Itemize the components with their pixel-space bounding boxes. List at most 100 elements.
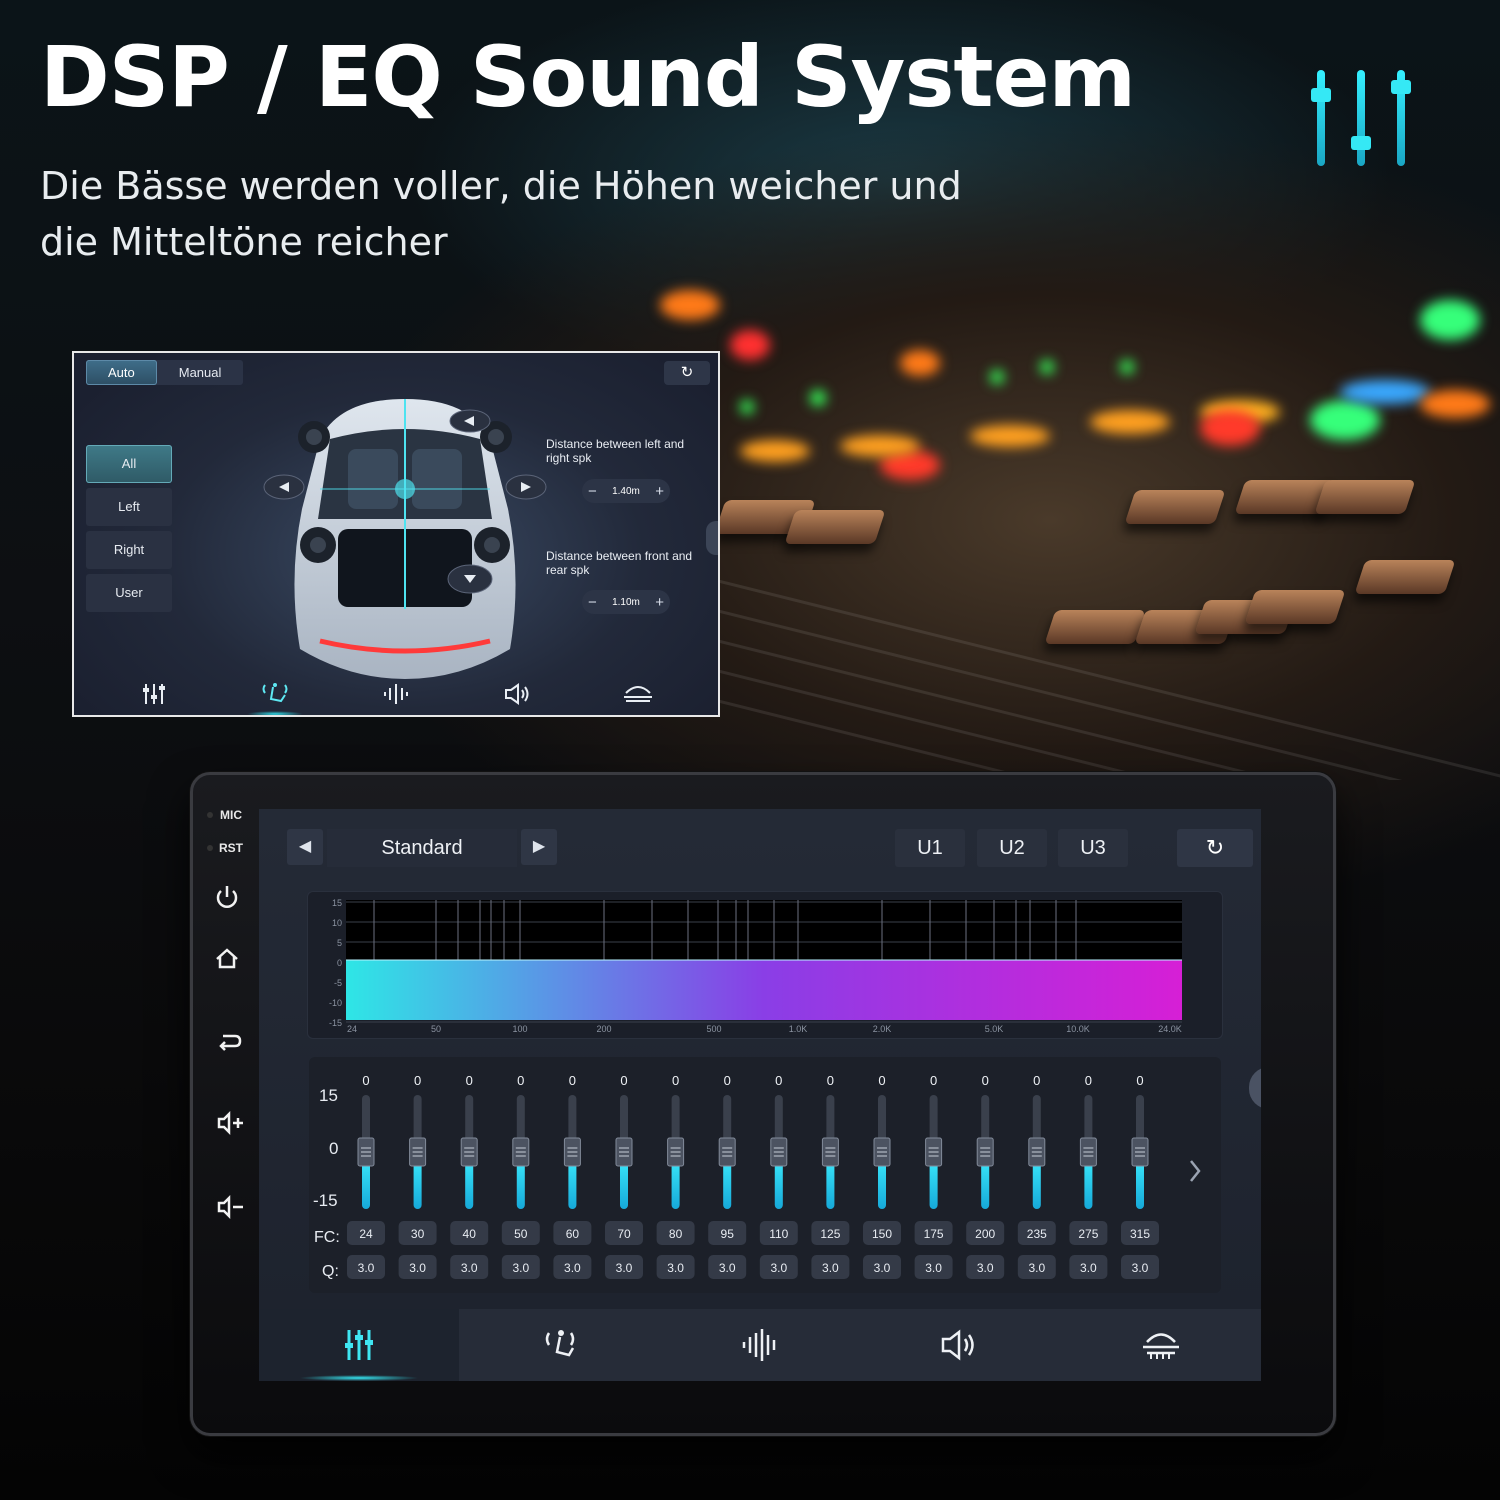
preset-name: Standard — [327, 829, 517, 867]
volume-up-icon[interactable] — [215, 1109, 245, 1137]
power-icon[interactable] — [213, 883, 241, 911]
increase-button[interactable]: + — [655, 594, 664, 611]
sound-field-icon[interactable] — [618, 681, 658, 707]
side-button-all[interactable]: All — [86, 445, 172, 483]
decrease-button[interactable]: − — [588, 483, 597, 500]
eq-band: 0 315 3.0 — [1121, 1073, 1159, 1279]
eq-band: 0 235 3.0 — [1017, 1073, 1056, 1279]
nav-equalizer[interactable] — [259, 1309, 460, 1381]
speaker-icon[interactable] — [497, 681, 537, 707]
tab-manual[interactable]: Manual — [157, 360, 244, 385]
side-button-left[interactable]: Left — [86, 488, 172, 526]
eq-band-canvas: 15 0 -15 FC: Q: 0 24 3.0 0 30 3.0 0 40 3.0 0 50 3.0… — [313, 1073, 1201, 1280]
mode-tabs: Auto Manual — [86, 360, 244, 385]
band-gain-value: 0 — [569, 1073, 576, 1088]
chevron-right-icon[interactable] — [1190, 1160, 1201, 1182]
mic-label: MIC — [220, 808, 242, 822]
band-q-value: 3.0 — [1132, 1261, 1149, 1275]
band-fc-value: 125 — [820, 1227, 840, 1241]
band-fc-value: 110 — [769, 1227, 788, 1241]
band-fc-value: 50 — [514, 1227, 528, 1241]
user-preset-u1[interactable]: U1 — [895, 829, 965, 867]
eq-band: 0 80 3.0 — [656, 1073, 695, 1279]
home-icon[interactable] — [213, 945, 241, 973]
side-button-right[interactable]: Right — [86, 531, 172, 569]
subtitle-line-2: die Mitteltöne reicher — [40, 220, 448, 264]
increase-button[interactable]: + — [655, 483, 664, 500]
band-gain-value: 0 — [466, 1073, 473, 1088]
band-q-value: 3.0 — [874, 1261, 891, 1275]
prev-preset-button[interactable]: ◀ — [287, 829, 323, 865]
graph-y-tick: -5 — [334, 978, 342, 988]
speaker-side-menu: All Left Right User — [86, 445, 172, 617]
eq-band: 0 200 3.0 — [966, 1073, 1005, 1279]
band-q-value: 3.0 — [977, 1261, 994, 1275]
user-preset-u2[interactable]: U2 — [977, 829, 1047, 867]
next-preset-button[interactable]: ▶ — [521, 829, 557, 865]
distance-front-rear-stepper: − 1.10m + — [582, 590, 670, 614]
dsp-window-nav — [74, 681, 718, 715]
graph-x-tick: 24.0K — [1158, 1024, 1182, 1034]
graph-x-tick: 24 — [347, 1024, 357, 1034]
band-q-value: 3.0 — [512, 1261, 529, 1275]
band-gain-value: 0 — [878, 1073, 885, 1088]
soundwave-icon[interactable] — [376, 681, 416, 707]
subtitle-line-1: Die Bässe werden voller, die Höhen weich… — [40, 164, 962, 208]
decrease-button[interactable]: − — [588, 594, 597, 611]
equalizer-icon — [345, 1330, 374, 1360]
eq-band: 0 24 3.0 — [347, 1073, 385, 1279]
nav-seat-position[interactable] — [459, 1309, 659, 1381]
eq-band-panel: 15 0 -15 FC: Q: 0 24 3.0 0 30 3.0 0 40 3.0 0 50 3.0… — [309, 1057, 1221, 1293]
graph-y-tick: -10 — [329, 998, 342, 1008]
refresh-icon[interactable]: ↻ — [664, 361, 710, 385]
nav-soundwave[interactable] — [660, 1309, 860, 1381]
drawer-handle[interactable] — [1249, 1067, 1261, 1109]
band-gain-value: 0 — [1085, 1073, 1092, 1088]
eq-graph-canvas: 151050-5-10-15 24 50 100 200 500 1.0K 2.0K 5.0K… — [329, 898, 1182, 1034]
graph-x-tick: 50 — [431, 1024, 441, 1034]
graph-y-tick: 5 — [337, 938, 342, 948]
eq-band: 0 110 3.0 — [759, 1073, 798, 1279]
eq-band: 0 40 3.0 — [450, 1073, 489, 1279]
band-gain-value: 0 — [414, 1073, 421, 1088]
band-q-value: 3.0 — [667, 1261, 684, 1275]
band-q-value: 3.0 — [461, 1261, 478, 1275]
band-q-value: 3.0 — [1080, 1261, 1097, 1275]
band-fc-value: 24 — [359, 1227, 373, 1241]
band-q-value: 3.0 — [719, 1261, 736, 1275]
graph-y-tick: 10 — [332, 918, 342, 928]
band-fc-value: 235 — [1027, 1227, 1047, 1241]
eq-band: 0 60 3.0 — [553, 1073, 592, 1279]
tab-auto[interactable]: Auto — [86, 360, 157, 385]
graph-x-tick: 5.0K — [985, 1024, 1004, 1034]
page-subtitle: Die Bässe werden voller, die Höhen weich… — [40, 158, 1060, 270]
volume-down-icon[interactable] — [215, 1193, 245, 1221]
distance-front-rear-value: 1.10m — [612, 596, 640, 608]
equalizer-logo-icon — [1311, 70, 1411, 166]
drawer-handle[interactable] — [706, 521, 718, 555]
refresh-icon[interactable]: ↻ — [1177, 829, 1253, 867]
eq-band: 0 175 3.0 — [914, 1073, 953, 1279]
band-q-value: 3.0 — [822, 1261, 839, 1275]
seat-position-icon — [545, 1330, 574, 1357]
seat-position-icon[interactable] — [247, 681, 304, 715]
side-button-user[interactable]: User — [86, 574, 172, 612]
distance-left-right-value: 1.40m — [612, 485, 640, 497]
band-gain-value: 0 — [930, 1073, 937, 1088]
eq-band: 0 70 3.0 — [605, 1073, 643, 1279]
back-icon[interactable] — [215, 1027, 243, 1055]
eq-band: 0 30 3.0 — [398, 1073, 437, 1279]
nav-sound-field[interactable] — [1061, 1309, 1261, 1381]
band-fc-value: 30 — [411, 1227, 425, 1241]
band-gain-value: 0 — [1033, 1073, 1040, 1088]
equalizer-icon[interactable] — [134, 681, 174, 707]
band-gain-value: 0 — [362, 1073, 369, 1088]
band-fc-value: 175 — [924, 1227, 944, 1241]
head-unit: MIC RST ◀ Standard ▶ U1 U2 U3 ↻ 15 10 5 0 -5… — [190, 772, 1336, 1436]
scale-bottom-label: -15 — [313, 1191, 338, 1210]
graph-x-tick: 10.0K — [1066, 1024, 1090, 1034]
preset-bar: ◀ Standard ▶ U1 U2 U3 ↻ — [259, 809, 1261, 879]
nav-speaker[interactable] — [860, 1309, 1060, 1381]
user-preset-u3[interactable]: U3 — [1058, 829, 1128, 867]
band-q-value: 3.0 — [564, 1261, 581, 1275]
